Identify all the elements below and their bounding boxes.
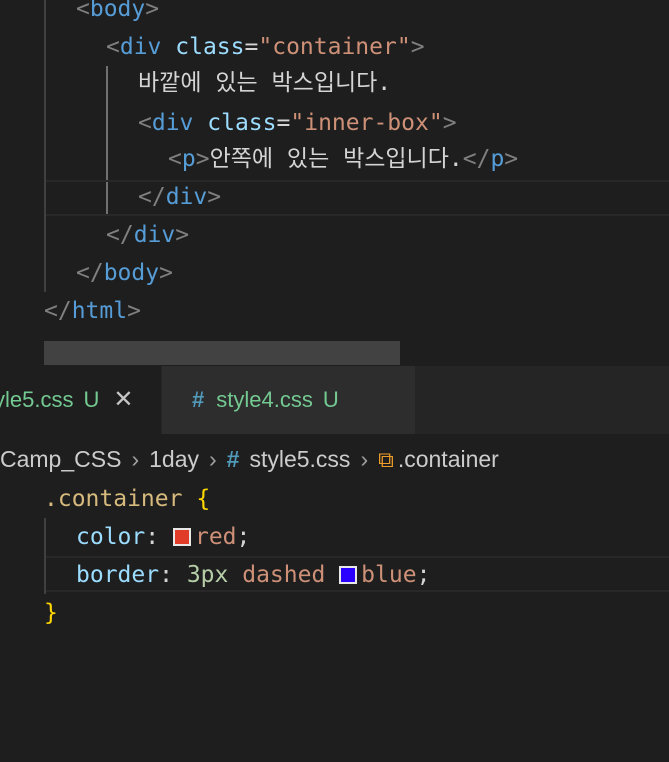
css-value: blue bbox=[361, 562, 417, 588]
css-file-icon: # bbox=[226, 446, 240, 472]
code-line-color-rule[interactable]: color: red; bbox=[76, 518, 250, 556]
code-line-div-inner-close[interactable]: </div> bbox=[138, 178, 221, 216]
semicolon: ; bbox=[236, 524, 251, 550]
tag-close-bracket: > bbox=[175, 222, 190, 248]
attribute-name: class bbox=[207, 110, 277, 136]
breadcrumb-item-folder[interactable]: Camp_CSS bbox=[0, 446, 121, 472]
tag-open-bracket: < bbox=[138, 110, 152, 136]
text-content: 안쪽에 있는 박스입니다. bbox=[209, 146, 463, 172]
css-value: red bbox=[194, 524, 237, 550]
code-line-selector[interactable]: .container { bbox=[44, 480, 210, 518]
chevron-right-icon: › bbox=[360, 446, 369, 472]
css-file-icon: # bbox=[192, 387, 205, 412]
tag-open-bracket: </ bbox=[138, 184, 166, 210]
equals-sign: = bbox=[276, 110, 291, 136]
css-selector: .container bbox=[44, 486, 183, 512]
code-line-close-brace[interactable]: } bbox=[44, 594, 58, 632]
symbol-class-icon: ⧉ bbox=[378, 447, 394, 472]
tag-name: div bbox=[151, 110, 194, 136]
attribute-name: class bbox=[175, 34, 245, 60]
tag-open-bracket: < bbox=[106, 34, 120, 60]
code-line-div-container[interactable]: <div class="container"> bbox=[106, 28, 425, 66]
breadcrumb-item-symbol[interactable]: .container bbox=[398, 446, 499, 472]
breadcrumb-item-file[interactable]: style5.css bbox=[249, 446, 350, 472]
code-line-div-container-close[interactable]: </div> bbox=[106, 216, 189, 254]
code-line-body-open[interactable]: <body> bbox=[76, 0, 159, 28]
chevron-right-icon: › bbox=[131, 446, 140, 472]
css-keyword: dashed bbox=[242, 562, 326, 588]
tag-name: div bbox=[133, 222, 176, 248]
end-tag-close-bracket: > bbox=[504, 146, 519, 172]
tag-close-bracket: > bbox=[145, 0, 160, 22]
tag-name: p bbox=[181, 146, 196, 172]
color-swatch-blue[interactable] bbox=[339, 566, 358, 584]
end-tag-name: p bbox=[490, 146, 505, 172]
tag-name: html bbox=[71, 298, 128, 324]
untracked-badge: U bbox=[322, 387, 339, 412]
open-brace: { bbox=[196, 486, 211, 512]
close-icon[interactable]: ✕ bbox=[113, 386, 133, 413]
tag-open-bracket: < bbox=[168, 146, 182, 172]
tag-name: div bbox=[165, 184, 208, 210]
tag-close-bracket: > bbox=[195, 146, 210, 172]
tag-open-bracket: </ bbox=[76, 260, 104, 286]
tag-name: div bbox=[119, 34, 162, 60]
tag-close-bracket: > bbox=[410, 34, 425, 60]
tag-close-bracket: > bbox=[442, 110, 457, 136]
breadcrumb: Camp_CSS › 1day › # style5.css › ⧉ .container bbox=[0, 436, 669, 482]
tag-close-bracket: > bbox=[127, 298, 141, 324]
attribute-value: "container" bbox=[258, 34, 411, 60]
colon: : bbox=[145, 524, 160, 550]
tag-close-bracket: > bbox=[159, 260, 173, 286]
css-property: border bbox=[76, 562, 160, 588]
tag-name: body bbox=[89, 0, 146, 22]
tag-close-bracket: > bbox=[207, 184, 222, 210]
end-tag-open-bracket: </ bbox=[462, 146, 491, 172]
breadcrumb-item-folder[interactable]: 1day bbox=[149, 446, 199, 472]
code-line-outer-text[interactable]: 바깥에 있는 박스입니다. bbox=[138, 64, 391, 102]
untracked-badge: U bbox=[83, 387, 100, 412]
tag-open-bracket: </ bbox=[44, 298, 72, 324]
close-brace: } bbox=[44, 600, 58, 626]
code-line-body-close[interactable]: </body> bbox=[76, 254, 173, 292]
css-number: 3px bbox=[186, 562, 229, 588]
tab-style5-css[interactable]: yle5.css U ✕ bbox=[0, 366, 162, 434]
semicolon: ; bbox=[416, 562, 431, 588]
css-property: color bbox=[76, 524, 146, 550]
code-line-border-rule[interactable]: border: 3px dashed blue; bbox=[76, 556, 430, 594]
editor-tab-bar: yle5.css U ✕ # style4.css U bbox=[0, 366, 669, 434]
tab-style4-css[interactable]: # style4.css U bbox=[162, 366, 415, 434]
attribute-value: "inner-box" bbox=[290, 110, 443, 136]
horizontal-scrollbar[interactable] bbox=[44, 341, 400, 365]
tab-label: style4.css bbox=[216, 387, 313, 412]
code-line-html-close[interactable]: </html> bbox=[44, 292, 141, 330]
indent-guide bbox=[44, 0, 46, 292]
colon: : bbox=[159, 562, 173, 588]
tab-label: yle5.css bbox=[0, 387, 74, 412]
equals-sign: = bbox=[244, 34, 259, 60]
tag-open-bracket: < bbox=[76, 0, 90, 22]
tag-name: body bbox=[103, 260, 160, 286]
color-swatch-red[interactable] bbox=[172, 528, 191, 546]
chevron-right-icon: › bbox=[208, 446, 217, 472]
tag-open-bracket: </ bbox=[106, 222, 134, 248]
code-line-div-inner-box[interactable]: <div class="inner-box"> bbox=[138, 104, 457, 142]
code-line-p[interactable]: <p>안쪽에 있는 박스입니다.</p> bbox=[168, 140, 518, 178]
text-content: 바깥에 있는 박스입니다. bbox=[138, 70, 392, 96]
